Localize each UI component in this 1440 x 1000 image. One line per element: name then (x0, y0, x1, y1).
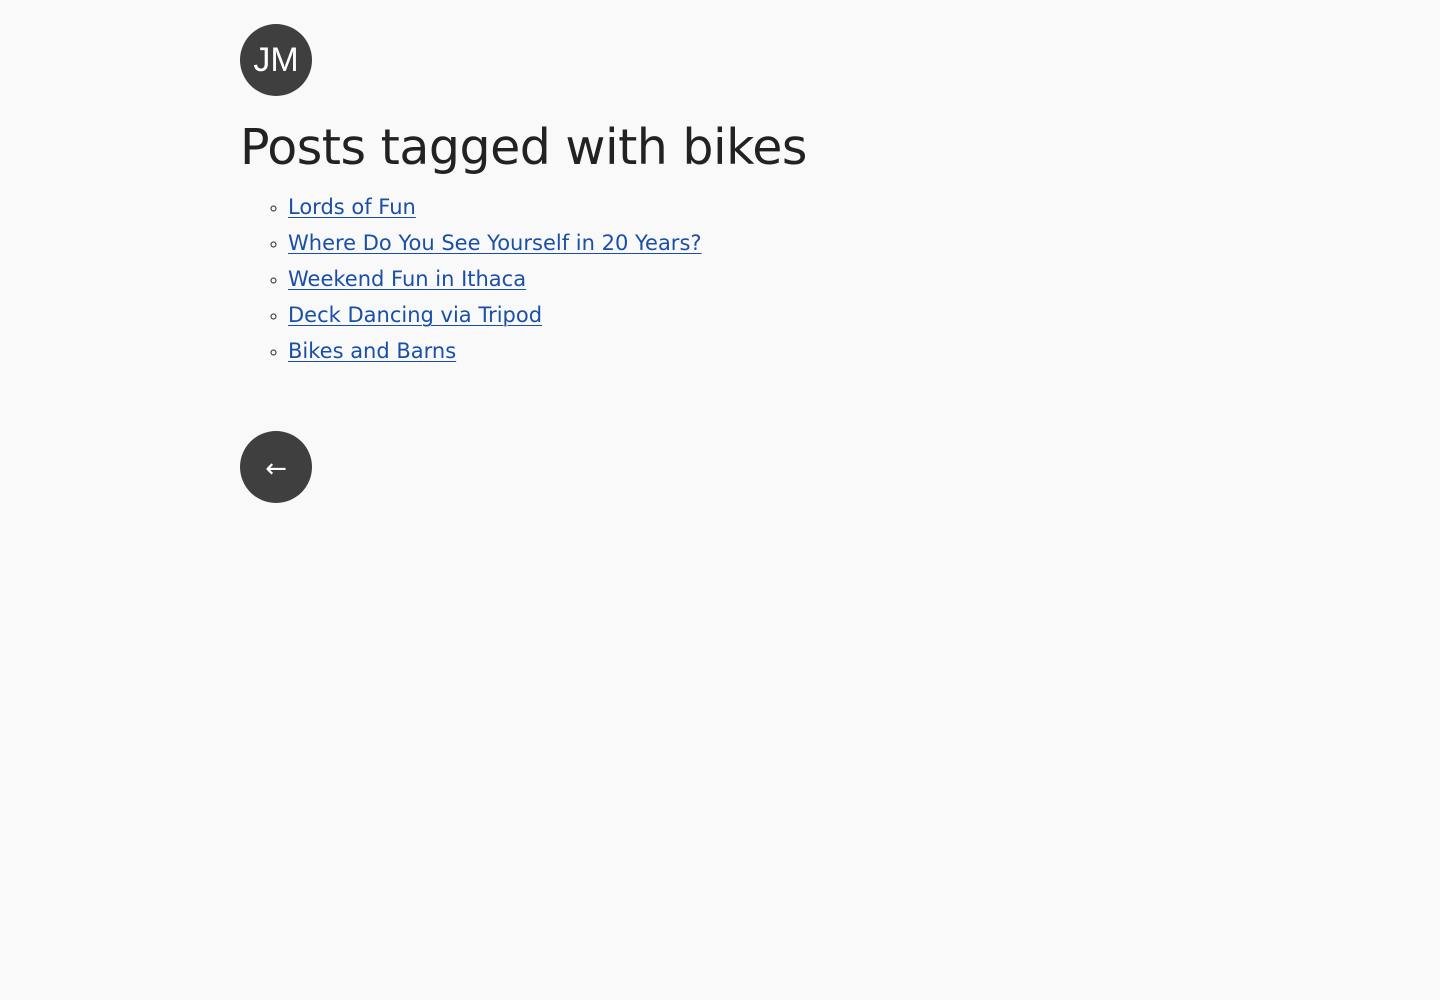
post-link-where-do-you-see-yourself[interactable]: Where Do You See Yourself in 20 Years? (288, 231, 702, 255)
list-item: Where Do You See Yourself in 20 Years? (288, 225, 702, 261)
list-item: Deck Dancing via Tripod (288, 297, 702, 333)
tagged-posts-list: Lords of Fun Where Do You See Yourself i… (240, 189, 702, 369)
arrow-left-icon: ← (265, 454, 287, 484)
list-item: Weekend Fun in Ithaca (288, 261, 702, 297)
page-title: Posts tagged with bikes (240, 119, 807, 176)
post-link-lords-of-fun[interactable]: Lords of Fun (288, 195, 416, 219)
list-item: Lords of Fun (288, 189, 702, 225)
list-item: Bikes and Barns (288, 333, 702, 369)
home-avatar-link[interactable]: JM (240, 24, 312, 96)
post-link-bikes-and-barns[interactable]: Bikes and Barns (288, 339, 456, 363)
avatar-initials: JM (253, 40, 299, 79)
post-link-weekend-fun-in-ithaca[interactable]: Weekend Fun in Ithaca (288, 267, 526, 291)
post-link-deck-dancing-via-tripod[interactable]: Deck Dancing via Tripod (288, 303, 542, 327)
back-button[interactable]: ← (240, 431, 312, 503)
